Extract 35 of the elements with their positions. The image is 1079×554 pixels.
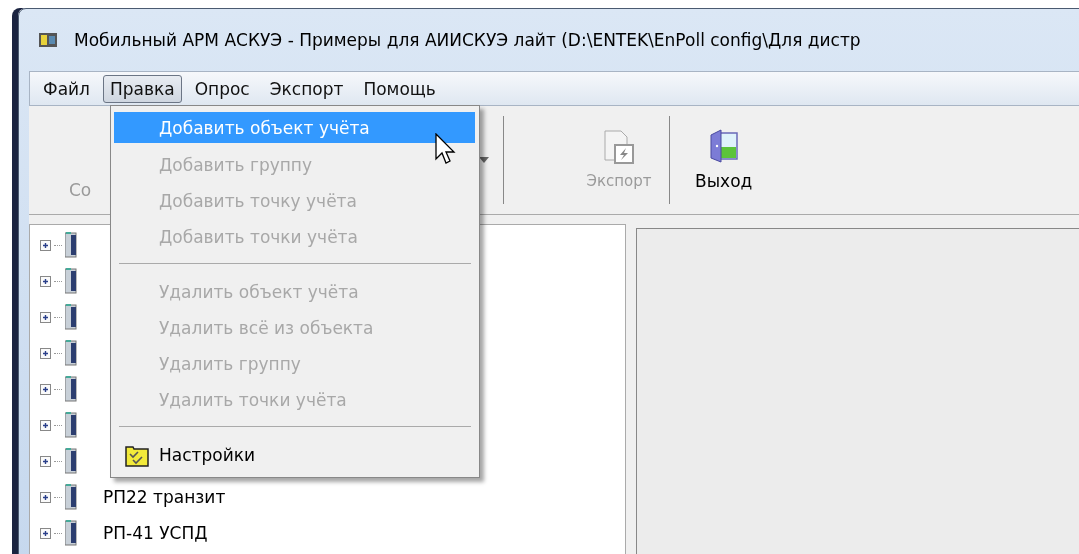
- expand-toggle-icon[interactable]: [40, 383, 51, 395]
- menu-item[interactable]: Экспорт: [262, 74, 351, 103]
- expand-toggle-icon[interactable]: [40, 311, 51, 323]
- menu-item[interactable]: Помощь: [356, 74, 443, 103]
- device-cabinet-icon: [65, 484, 77, 510]
- expand-toggle-icon[interactable]: [40, 419, 51, 431]
- door-icon: [708, 129, 739, 163]
- expand-toggle-icon[interactable]: [40, 455, 51, 467]
- menu-item[interactable]: Правка: [102, 74, 182, 103]
- device-cabinet-icon: [65, 520, 77, 546]
- exit-button[interactable]: Выход: [685, 106, 763, 214]
- expand-toggle-icon[interactable]: [40, 275, 51, 287]
- device-cabinet-icon: [65, 232, 77, 258]
- expand-toggle-icon[interactable]: [40, 347, 51, 359]
- device-cabinet-icon: [65, 340, 77, 366]
- device-cabinet-icon: [65, 376, 77, 402]
- device-cabinet-icon: [65, 304, 77, 330]
- dropdown-arrow-icon[interactable]: [479, 157, 489, 163]
- menu-item[interactable]: Файл: [36, 74, 97, 103]
- app-icon: [39, 33, 57, 47]
- device-cabinet-icon: [65, 412, 77, 438]
- tree-item-label[interactable]: РП22 транзит: [103, 487, 226, 507]
- checklist-folder-icon: [124, 443, 149, 467]
- mouse-cursor-icon: [435, 133, 457, 165]
- device-cabinet-icon: [65, 268, 77, 294]
- expand-toggle-icon[interactable]: [40, 239, 51, 251]
- tree-item-label[interactable]: РП-41 УСПД: [103, 523, 208, 543]
- menu-item[interactable]: Опрос: [187, 74, 257, 103]
- expand-toggle-icon[interactable]: [40, 527, 51, 539]
- menu-item[interactable]: Настройки: [114, 437, 475, 473]
- expand-toggle-icon[interactable]: [40, 491, 51, 503]
- menu-item[interactable]: Добавить объект учёта: [114, 112, 475, 143]
- document-export-icon: [603, 130, 635, 164]
- device-cabinet-icon: [65, 448, 77, 474]
- window-title: Мобильный АРМ АСКУЭ - Примеры для АИИСКУЭ лайт (D:\ENTEK\EnPoll config\Для дистр: [74, 30, 861, 50]
